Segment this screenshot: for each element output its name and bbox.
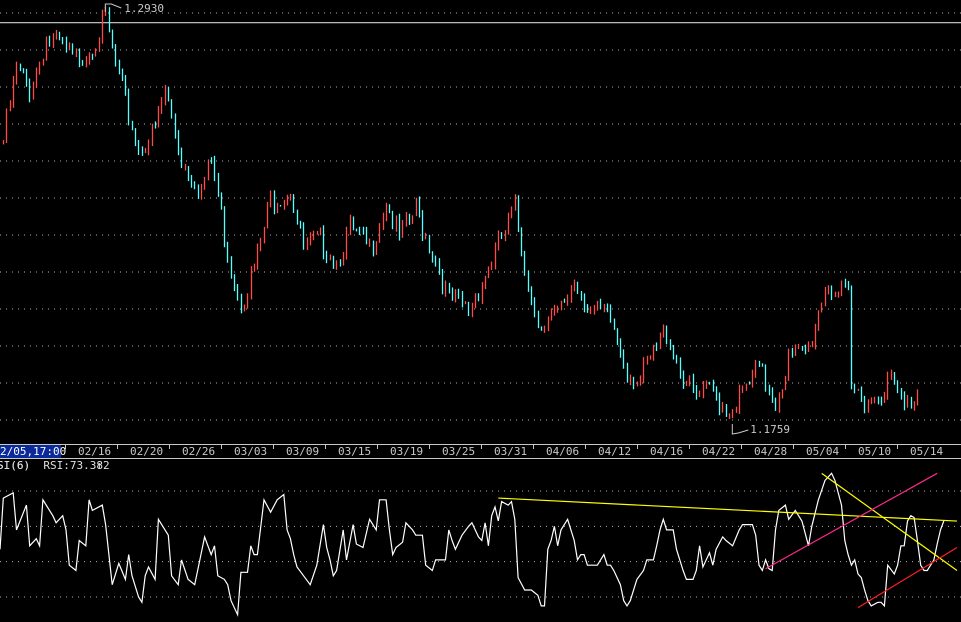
x-tick-label: 05/04 <box>806 445 839 458</box>
x-tick-label: 04/06 <box>546 445 579 458</box>
trendline-pink <box>765 472 938 570</box>
low-price-label: 1.1759 <box>750 423 790 436</box>
x-tick-label: 03/31 <box>494 445 527 458</box>
x-tick-label: 03/19 <box>390 445 423 458</box>
low-annotation: 1.1759 <box>731 423 790 436</box>
x-tick-label: 02/20 <box>130 445 163 458</box>
trendline-yellow <box>821 472 958 572</box>
cursor-date-label: 2/05,17:00 <box>0 445 66 458</box>
x-tick-label: 03/25 <box>442 445 475 458</box>
x-axis: 02/16 02/20 02/26 03/03 03/09 03/15 03/19 03/25… <box>0 444 961 459</box>
x-tick-label: 03/09 <box>286 445 319 458</box>
rsi-line <box>0 472 945 618</box>
x-tick-label: 04/16 <box>650 445 683 458</box>
trendlines <box>498 472 958 609</box>
candlestick-series <box>2 6 919 420</box>
x-tick-label: 04/12 <box>598 445 631 458</box>
rsi-indicator-label: SI(6) RSI:73.382 <box>0 459 110 472</box>
x-tick-label: 05/10 <box>858 445 891 458</box>
x-tick-label: 03/03 <box>234 445 267 458</box>
rsi-panel: RSI(6) SI(6) RSI:73.382 ↑ <box>0 459 961 618</box>
x-tick-label: 05/14 <box>910 445 943 458</box>
trendline-red <box>857 547 958 609</box>
x-tick-label: 02/26 <box>182 445 215 458</box>
x-tick-label: 02/16 <box>78 445 111 458</box>
x-tick-label: 03/15 <box>338 445 371 458</box>
x-tick-label: 04/28 <box>754 445 787 458</box>
trendline-yellow <box>498 497 958 522</box>
chart-canvas: 1.2930 1.1759 02/16 02/20 02/26 03/03 03/09 0… <box>0 2 961 618</box>
high-price-label: 1.2930 <box>124 2 164 15</box>
rsi-up-arrow-icon: ↑ <box>96 459 103 472</box>
x-tick-label: 04/22 <box>702 445 735 458</box>
price-gridlines <box>0 12 961 421</box>
